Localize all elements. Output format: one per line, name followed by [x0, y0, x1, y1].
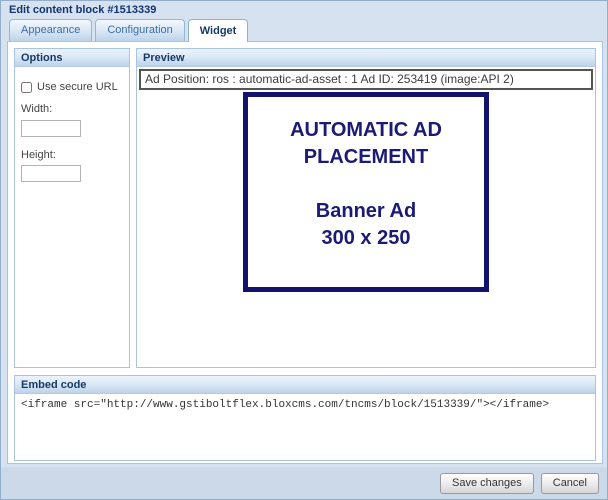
- ad-position-info: Ad Position: ros : automatic-ad-asset : …: [139, 69, 593, 90]
- width-input[interactable]: [21, 119, 81, 137]
- banner-type-label: Banner Ad: [315, 200, 417, 222]
- embed-code-panel: Embed code <iframe src="http://www.gstib…: [14, 375, 596, 461]
- tab-configuration[interactable]: Configuration: [95, 19, 185, 41]
- preview-panel-header: Preview: [137, 49, 595, 67]
- dialog-title: Edit content block #1513339: [9, 4, 157, 16]
- height-label: Height:: [21, 148, 56, 161]
- banner-ad-preview: AUTOMATIC AD PLACEMENT Banner Ad 300 x 2…: [243, 92, 489, 292]
- preview-panel-body: Ad Position: ros : automatic-ad-asset : …: [137, 67, 595, 294]
- options-panel-header: Options: [15, 49, 129, 67]
- options-panel-body: Use secure URL Width: Height:: [15, 67, 129, 194]
- options-panel: Options Use secure URL Width: Height:: [14, 48, 130, 368]
- width-label: Width:: [21, 103, 53, 115]
- height-input[interactable]: [21, 165, 81, 182]
- banner-size-label: 300 x 250: [321, 227, 411, 249]
- preview-panel: Preview Ad Position: ros : automatic-ad-…: [136, 48, 596, 368]
- tab-appearance[interactable]: Appearance: [9, 19, 93, 41]
- dialog-footer: Save changes Cancel: [1, 467, 607, 499]
- embed-code-text[interactable]: <iframe src="http://www.gstiboltflex.blo…: [15, 394, 595, 416]
- cancel-button[interactable]: Cancel: [540, 472, 599, 494]
- tab-strip: Appearance Configuration Widget: [9, 19, 249, 42]
- banner-title: AUTOMATIC AD PLACEMENT: [290, 119, 442, 168]
- tab-widget[interactable]: Widget: [187, 19, 249, 42]
- use-secure-url-checkbox[interactable]: [21, 81, 32, 93]
- widget-tab-content: Options Use secure URL Width: Height: Pr…: [7, 41, 603, 464]
- edit-content-block-dialog: Edit content block #1513339 Appearance C…: [0, 0, 608, 500]
- use-secure-url-row[interactable]: Use secure URL: [21, 81, 123, 93]
- use-secure-url-label: Use secure URL: [37, 81, 118, 93]
- save-changes-button[interactable]: Save changes: [440, 472, 534, 494]
- embed-code-panel-header: Embed code: [15, 376, 595, 394]
